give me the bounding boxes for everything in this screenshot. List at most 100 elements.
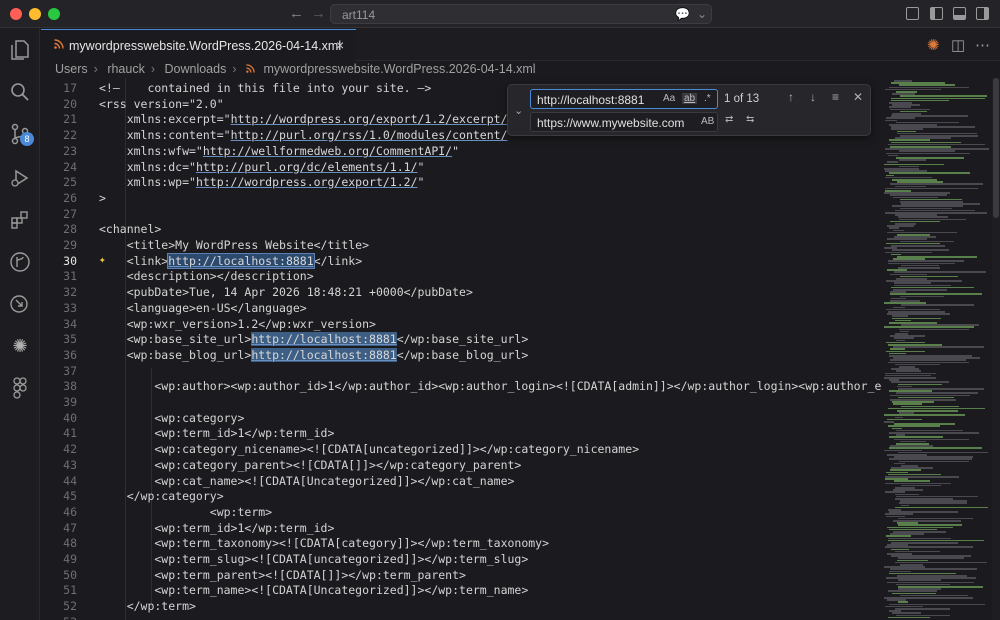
line-number: 42 <box>63 442 77 457</box>
breadcrumb-file[interactable]: mywordpresswebsite.WordPress.2026-04-14.… <box>263 62 535 76</box>
line-number: 28 <box>63 222 77 237</box>
remote-explorer-icon[interactable] <box>8 292 32 316</box>
link[interactable]: http://purl.org/rss/1.0/modules/content/ <box>231 128 508 142</box>
breadcrumb-rhauck[interactable]: rhauck <box>107 62 145 76</box>
chat-icon[interactable]: 💬 <box>675 7 690 21</box>
chevron-down-icon[interactable]: ⌄ <box>697 7 707 21</box>
vertical-scrollbar[interactable] <box>992 78 1000 620</box>
link[interactable]: http://purl.org/dc/elements/1.1/ <box>196 160 418 174</box>
code-line[interactable]: 29 <title>My WordPress Website</title> <box>41 237 881 253</box>
toggle-panel-icon[interactable] <box>953 7 966 20</box>
code-line[interactable]: 36 <wp:base_blog_url>http://localhost:88… <box>41 347 881 363</box>
next-match-icon[interactable]: ↓ <box>810 90 816 104</box>
code-line[interactable]: 38 <wp:author><wp:author_id>1</wp:author… <box>41 378 881 394</box>
code-line[interactable]: 25 xmlns:wp="http://wordpress.org/export… <box>41 174 881 190</box>
maximize-window-button[interactable] <box>48 8 60 20</box>
code-line[interactable]: 43 <wp:category_parent><![CDATA[]]></wp:… <box>41 457 881 473</box>
use-regex-button[interactable]: .* <box>704 93 711 104</box>
code-line[interactable]: 28 <channel> <box>41 221 881 237</box>
close-find-icon[interactable]: ✕ <box>853 90 863 104</box>
code-line[interactable]: 32 <pubDate>Tue, 14 Apr 2026 18:48:21 +0… <box>41 284 881 300</box>
code-line[interactable]: 51 <wp:term_name><![CDATA[Uncategorized]… <box>41 582 881 598</box>
split-editor-icon[interactable]: ◫ <box>951 36 965 54</box>
match-case-button[interactable]: Aa <box>663 93 675 104</box>
title-bar: ← → art114 💬 ⌄ <box>0 0 1000 28</box>
code-line[interactable]: 41 <wp:term_id>1</wp:term_id> <box>41 425 881 441</box>
find-input[interactable]: http://localhost:8881 Aa ab .* <box>530 89 718 109</box>
minimap[interactable] <box>882 78 992 620</box>
code-line[interactable]: 33 <language>en-US</language> <box>41 300 881 316</box>
toggle-primary-sidebar-icon[interactable] <box>930 7 943 20</box>
code-line[interactable]: 49 <wp:term_slug><![CDATA[uncategorized]… <box>41 551 881 567</box>
code-line[interactable]: 47 <wp:term_id>1</wp:term_id> <box>41 520 881 536</box>
code-line[interactable]: 48 <wp:term_taxonomy><![CDATA[category]]… <box>41 535 881 551</box>
code-line[interactable]: 52 </wp:term> <box>41 598 881 614</box>
link[interactable]: http://wordpress.org/export/1.2/ <box>196 175 418 189</box>
minimap-line <box>893 346 984 348</box>
back-arrow-icon[interactable]: ← <box>289 5 304 22</box>
inline-chat-sparkle-icon[interactable]: ✦ <box>99 253 106 266</box>
breadcrumb-downloads[interactable]: Downloads <box>165 62 227 76</box>
replace-icon[interactable]: ⇄ <box>725 114 733 125</box>
breadcrumb-users[interactable]: Users <box>55 62 88 76</box>
toggle-replace-chevron-icon[interactable]: ⌄ <box>514 104 523 117</box>
git-graph-icon[interactable] <box>8 250 32 274</box>
search-icon[interactable] <box>8 80 32 104</box>
preserve-case-button[interactable]: AB <box>701 116 714 127</box>
code-line[interactable]: 35 <wp:base_site_url>http://localhost:88… <box>41 331 881 347</box>
close-window-button[interactable] <box>10 8 22 20</box>
code-line[interactable]: 24 xmlns:dc="http://purl.org/dc/elements… <box>41 159 881 175</box>
match-whole-word-button[interactable]: ab <box>682 93 698 104</box>
code-line[interactable]: 23 xmlns:wfw="http://wellformedweb.org/C… <box>41 143 881 159</box>
scrollbar-thumb[interactable] <box>993 78 999 218</box>
more-actions-icon[interactable]: ⋯ <box>975 36 990 54</box>
layout-customize-icon[interactable] <box>906 7 919 20</box>
code-line[interactable]: 26 > <box>41 190 881 206</box>
link[interactable]: http://wellformedweb.org/CommentAPI/ <box>203 144 452 158</box>
extensions-icon[interactable] <box>8 208 32 232</box>
code-line[interactable]: 37 <box>41 363 881 379</box>
previous-match-icon[interactable]: ↑ <box>788 90 794 104</box>
toggle-secondary-sidebar-icon[interactable] <box>976 7 989 20</box>
link[interactable]: http://wordpress.org/export/1.2/excerpt/ <box>231 112 508 126</box>
replace-input-value: https://www.mywebsite.com <box>537 116 685 130</box>
code-line[interactable]: 30 <link>http://localhost:8881</link> <box>41 252 881 269</box>
code-line[interactable]: 40 <wp:category> <box>41 410 881 426</box>
code-line[interactable]: 39 <box>41 394 881 410</box>
line-number: 33 <box>63 300 77 315</box>
code-text: <wp:term_id>1</wp:term_id> <box>99 520 335 535</box>
line-number: 37 <box>63 363 77 378</box>
code-line[interactable]: 45 </wp:category> <box>41 488 881 504</box>
figma-icon[interactable] <box>8 376 32 400</box>
code-line[interactable]: 42 <wp:category_nicename><![CDATA[uncate… <box>41 441 881 457</box>
replace-all-icon[interactable]: ⇆ <box>746 114 754 125</box>
forward-arrow-icon[interactable]: → <box>311 5 326 22</box>
code-line[interactable]: 50 <wp:term_parent><![CDATA[]]></wp:term… <box>41 567 881 583</box>
command-center[interactable]: art114 💬 ⌄ <box>330 4 712 24</box>
code-line[interactable]: 34 <wp:wxr_version>1.2</wp:wxr_version> <box>41 316 881 332</box>
code-line[interactable]: 44 <wp:cat_name><![CDATA[Uncategorized]]… <box>41 473 881 489</box>
code-editor[interactable]: 17 <!— contained in this file into your s… <box>41 78 881 620</box>
code-text: <wp:term_slug><![CDATA[uncategorized]]><… <box>99 552 529 566</box>
code-line[interactable]: 27 <box>41 206 881 222</box>
claude-icon[interactable]: ✺ <box>8 334 32 358</box>
code-line[interactable]: 46 <wp:term> <box>41 504 881 520</box>
code-line[interactable]: 31 <description></description> <box>41 268 881 284</box>
line-number: 17 <box>63 81 77 95</box>
line-number: 25 <box>63 175 77 190</box>
code-line[interactable]: 53 <box>41 614 881 620</box>
replace-input[interactable]: https://www.mywebsite.com AB <box>530 112 718 132</box>
tab-xml-file[interactable]: mywordpresswebsite.WordPress.2026-04-14.… <box>41 29 356 61</box>
minimap-line <box>886 152 970 155</box>
find-in-selection-icon[interactable]: ≡ <box>832 90 839 104</box>
line-number: 36 <box>63 347 77 362</box>
minimize-window-button[interactable] <box>29 8 41 20</box>
line-number: 47 <box>63 520 77 535</box>
minimap-line <box>899 159 926 161</box>
explorer-icon[interactable] <box>8 38 32 62</box>
minimap-line <box>899 328 969 331</box>
claude-code-icon[interactable]: ✺ <box>927 36 940 54</box>
run-debug-icon[interactable] <box>8 166 32 190</box>
close-tab-icon[interactable]: × <box>336 37 344 53</box>
code-text: <wp:author><wp:author_id>1</wp:author_id… <box>99 379 881 394</box>
